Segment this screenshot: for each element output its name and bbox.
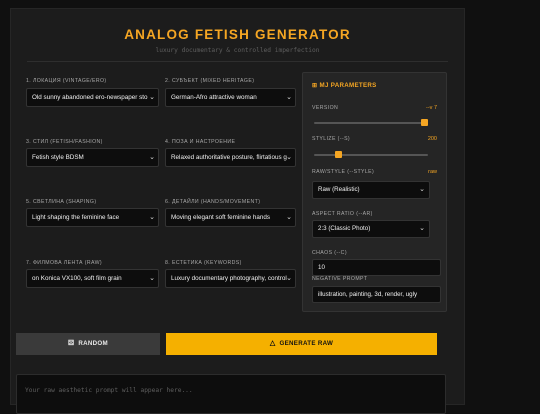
- chevron-down-icon: ⌄: [286, 275, 292, 282]
- header-divider: [27, 61, 448, 62]
- random-button-label: RANDOM: [78, 340, 109, 347]
- pose-select[interactable]: Relaxed authoritative posture, flirtatio…: [165, 148, 296, 167]
- location-select[interactable]: Old sunny abandoned ero-newspaper sto ⌄: [26, 88, 159, 107]
- stylize-label: STYLIZE (--S): [312, 136, 351, 142]
- negative-prompt-input[interactable]: illustration, painting, 3d, render, ugly: [312, 286, 441, 303]
- aesthetic-value: Luxury documentary photography, control: [171, 275, 287, 282]
- page-subtitle: luxury documentary & controlled imperfec…: [155, 47, 320, 54]
- chevron-down-icon: ⌄: [149, 214, 155, 221]
- mj-parameters-title: ⊞ MJ PARAMETERS: [312, 82, 377, 89]
- location-value: Old sunny abandoned ero-newspaper sto: [32, 94, 148, 101]
- version-value: --v 7: [426, 105, 437, 111]
- details-select[interactable]: Moving elegant soft feminine hands ⌄: [165, 208, 296, 227]
- version-label: VERSION: [312, 105, 339, 111]
- chaos-label: CHAOS (--C): [312, 250, 347, 256]
- field-label-details: 6. ДЕТАЙЛИ (HANDS/MOVEMENT): [165, 199, 261, 205]
- aspect-ratio-select[interactable]: 2:3 (Classic Photo) ⌄: [312, 220, 430, 238]
- pose-value: Relaxed authoritative posture, flirtatio…: [171, 154, 287, 161]
- rawstyle-label: RAW/STYLE (--STYLE): [312, 169, 375, 175]
- flame-icon: △: [269, 340, 276, 347]
- chevron-down-icon: ⌄: [149, 154, 155, 161]
- chevron-down-icon: ⌄: [419, 225, 425, 232]
- chaos-input[interactable]: 10: [312, 259, 441, 276]
- style-select[interactable]: Fetish style BDSM ⌄: [26, 148, 159, 167]
- film-value: on Konica VX100, soft film grain: [32, 275, 122, 282]
- aesthetic-select[interactable]: Luxury documentary photography, control …: [165, 269, 296, 288]
- chevron-down-icon: ⌄: [149, 94, 155, 101]
- prompt-output-placeholder: Your raw aesthetic prompt will appear he…: [25, 387, 193, 394]
- field-label-subject: 2. СУБЪЕКТ (MIXED HERITAGE): [165, 78, 255, 84]
- stylize-slider-thumb[interactable]: [335, 151, 343, 158]
- field-label-lighting: 5. СВЕТЛИНА (SHAPING): [26, 199, 97, 205]
- mj-parameters-panel: ⊞ MJ PARAMETERS VERSION --v 7 STYLIZE (-…: [302, 72, 447, 312]
- subject-value: German-Afro attractive woman: [171, 94, 257, 101]
- field-label-pose: 4. ПОЗА И НАСТРОЕНИЕ: [165, 139, 236, 145]
- version-slider-thumb[interactable]: [421, 119, 428, 126]
- lighting-select[interactable]: Light shaping the feminine face ⌄: [26, 208, 159, 227]
- field-label-location: 1. ЛОКАЦИЯ (VINTAGE/ERO): [26, 78, 107, 84]
- rawstyle-select[interactable]: Raw (Realistic) ⌄: [312, 181, 430, 199]
- field-label-aesthetic: 8. ЕСТЕТИКА (KEYWORDS): [165, 260, 242, 266]
- chevron-down-icon: ⌄: [286, 94, 292, 101]
- rawstyle-select-value: Raw (Realistic): [318, 186, 360, 193]
- stylize-value: 200: [427, 136, 437, 142]
- details-value: Moving elegant soft feminine hands: [171, 214, 271, 221]
- chevron-down-icon: ⌄: [286, 154, 292, 161]
- dice-icon: ⚄: [67, 340, 75, 347]
- version-slider[interactable]: [314, 119, 428, 126]
- chevron-down-icon: ⌄: [149, 275, 155, 282]
- aspect-ratio-label: ASPECT RATIO (--AR): [312, 211, 373, 217]
- negative-prompt-label: NEGATIVE PROMPT: [312, 276, 368, 282]
- random-button[interactable]: ⚄ RANDOM: [16, 333, 160, 355]
- subject-select[interactable]: German-Afro attractive woman ⌄: [165, 88, 296, 107]
- style-value: Fetish style BDSM: [32, 154, 84, 161]
- generate-raw-button[interactable]: △ GENERATE RAW: [166, 333, 437, 355]
- chevron-down-icon: ⌄: [286, 214, 292, 221]
- chevron-down-icon: ⌄: [419, 186, 425, 193]
- field-label-film: 7. ФИЛМОВА ЛЕНТА (RAW): [26, 260, 103, 266]
- stylize-slider[interactable]: [314, 151, 428, 158]
- page-title: ANALOG FETISH GENERATOR: [124, 27, 351, 42]
- rawstyle-value: raw: [428, 169, 437, 175]
- lighting-value: Light shaping the feminine face: [32, 214, 120, 221]
- field-label-style: 3. СТИЛ (FETISH/FASHION): [26, 139, 103, 145]
- prompt-output[interactable]: Your raw aesthetic prompt will appear he…: [16, 374, 446, 414]
- aspect-ratio-value: 2:3 (Classic Photo): [318, 225, 371, 232]
- generate-button-label: GENERATE RAW: [279, 340, 334, 347]
- film-select[interactable]: on Konica VX100, soft film grain ⌄: [26, 269, 159, 288]
- grid-icon: ⊞: [312, 82, 318, 89]
